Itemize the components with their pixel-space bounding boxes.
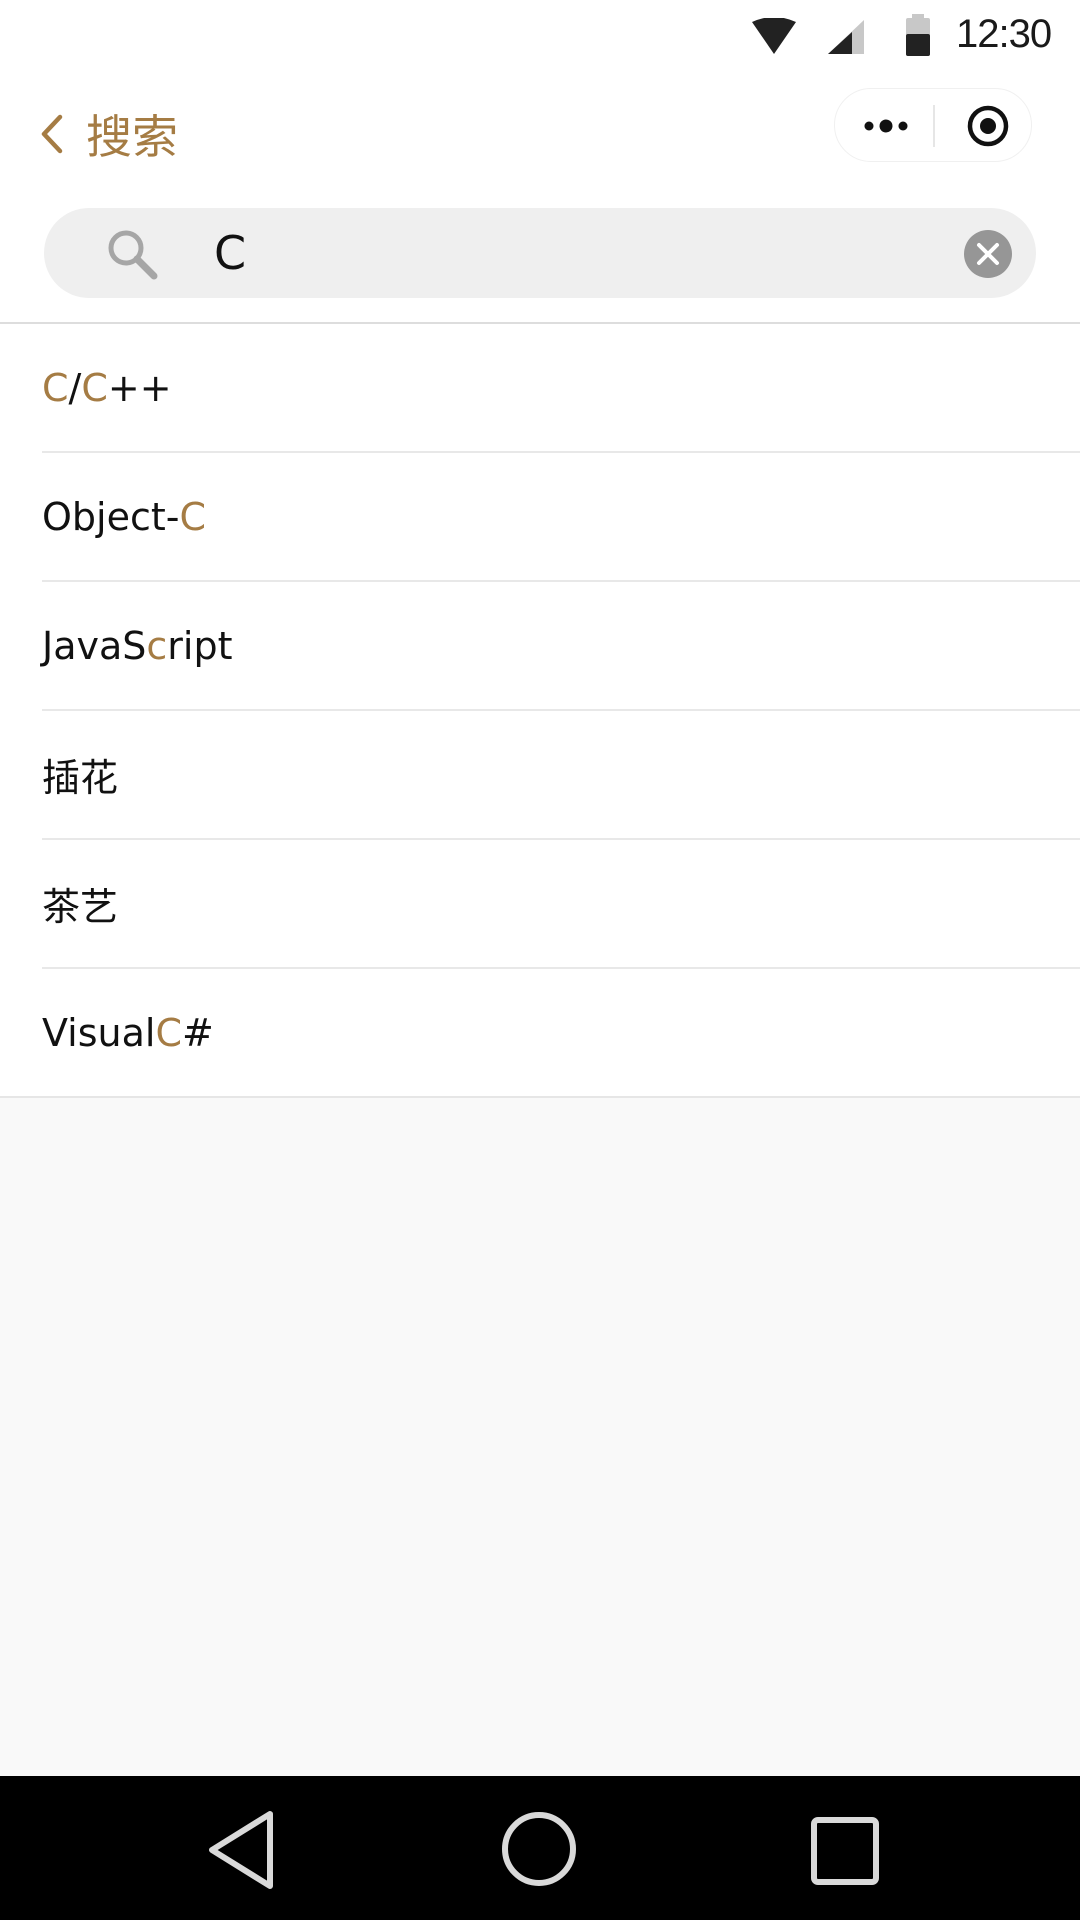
cellular-signal-icon xyxy=(828,20,864,54)
chevron-left-icon xyxy=(41,114,63,154)
result-text: 插花 xyxy=(42,756,119,800)
result-text: Visual xyxy=(42,1010,156,1055)
result-text: ript xyxy=(167,623,233,668)
result-item[interactable]: Object- C xyxy=(42,453,1080,582)
battery-icon xyxy=(906,14,930,56)
result-item[interactable]: 插花 xyxy=(42,711,1080,840)
result-text: 茶艺 xyxy=(42,885,119,929)
wifi-icon xyxy=(752,18,796,54)
result-text: / xyxy=(68,365,82,410)
search-area xyxy=(0,194,1080,324)
result-text: Object- xyxy=(42,494,180,539)
back-triangle-icon[interactable] xyxy=(204,1808,280,1892)
capsule-divider xyxy=(933,105,935,147)
mini-program-capsule xyxy=(834,88,1032,162)
match-highlight: C xyxy=(179,494,207,539)
result-item[interactable]: JavaS c ript xyxy=(42,582,1080,711)
match-highlight: C xyxy=(81,365,108,410)
home-circle-icon[interactable] xyxy=(500,1810,578,1888)
search-results-list: C / C ++ Object- C JavaS c ript 插花 茶艺 Visual C… xyxy=(0,324,1080,1098)
recents-square-icon[interactable] xyxy=(810,1816,880,1886)
system-navigation-bar xyxy=(0,1776,1080,1920)
result-text: # xyxy=(182,1010,214,1055)
match-highlight: C xyxy=(42,365,69,410)
result-item[interactable]: Visual C # xyxy=(42,969,1080,1096)
target-circle-icon[interactable] xyxy=(965,103,1011,149)
search-input[interactable] xyxy=(174,220,964,286)
result-item[interactable]: C / C ++ xyxy=(42,324,1080,453)
status-time: 12:30 xyxy=(956,12,1052,56)
search-box[interactable] xyxy=(44,208,1036,298)
match-highlight: C xyxy=(155,1010,182,1055)
result-text: ++ xyxy=(107,365,172,410)
clear-circle-icon[interactable] xyxy=(964,230,1012,278)
page-title: 搜索 xyxy=(86,110,178,164)
status-bar: 12:30 xyxy=(0,0,1080,74)
back-button[interactable]: 搜索 xyxy=(36,104,178,164)
search-icon xyxy=(108,230,158,280)
match-highlight: c xyxy=(146,623,168,668)
more-dots-icon[interactable] xyxy=(861,111,911,141)
result-text: JavaS xyxy=(42,623,147,668)
title-bar: 搜索 xyxy=(0,74,1080,194)
result-item[interactable]: 茶艺 xyxy=(42,840,1080,969)
